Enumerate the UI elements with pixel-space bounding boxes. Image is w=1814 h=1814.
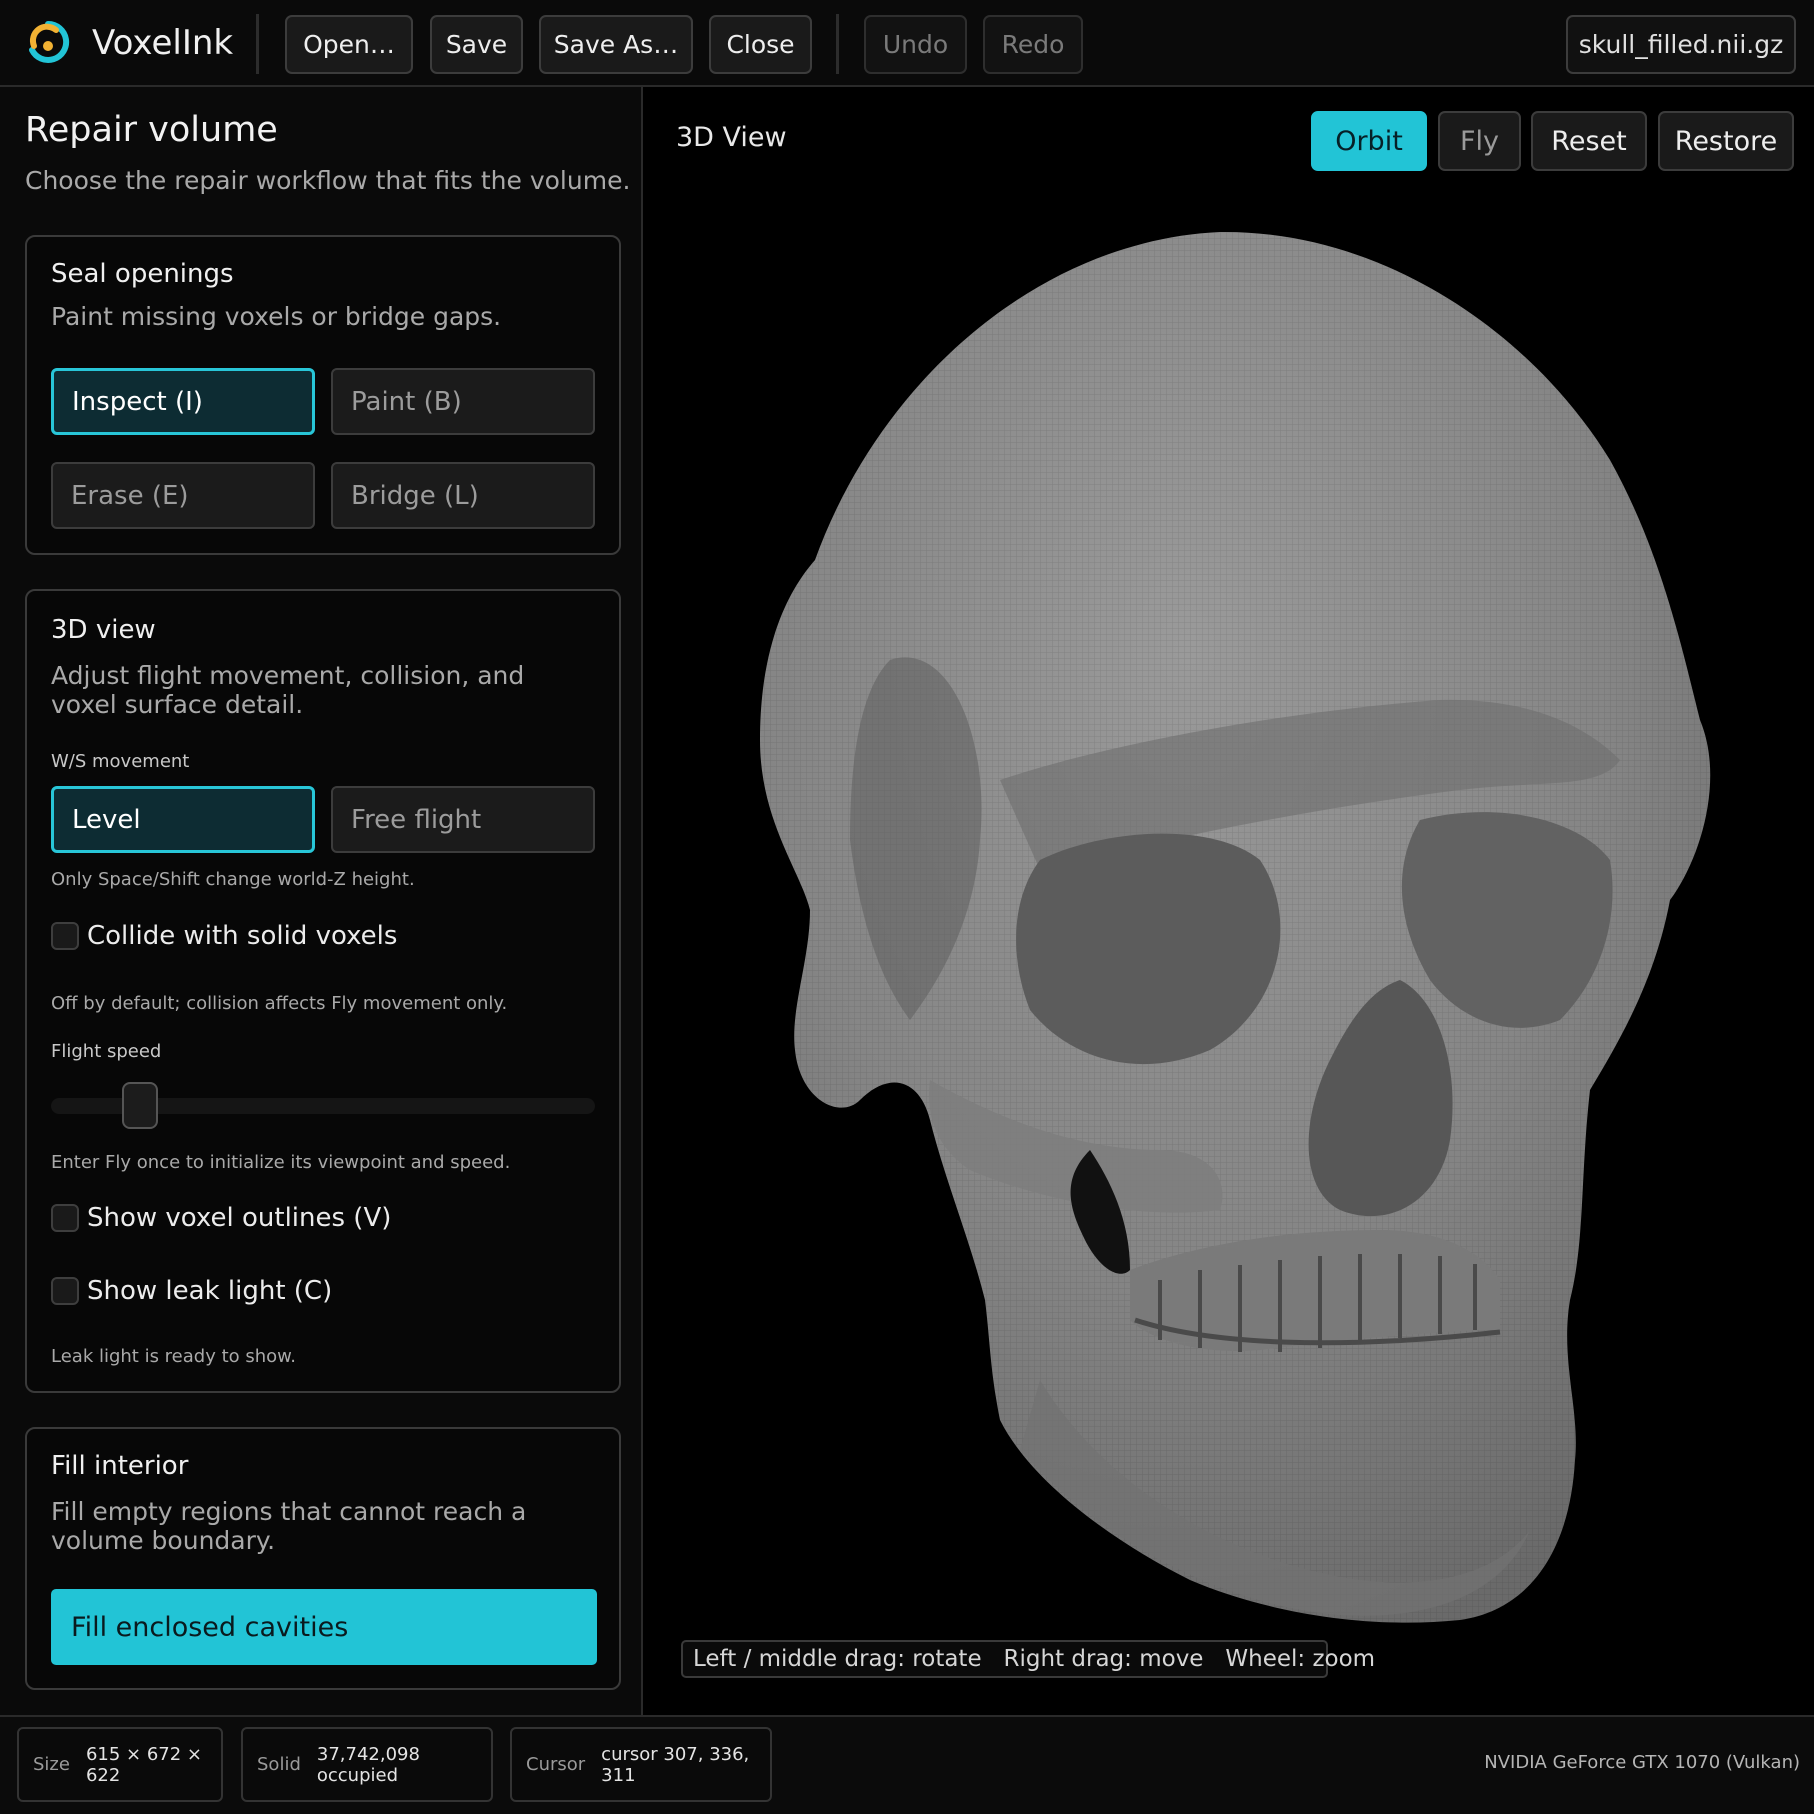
view-3d-card: 3D view Adjust flight movement, collisio… <box>25 589 621 1393</box>
fill-enclosed-cavities-button[interactable]: Fill enclosed cavities <box>51 1589 597 1665</box>
seal-openings-description: Paint missing voxels or bridge gaps. <box>51 302 502 331</box>
size-status: Size 615 × 672 × 622 <box>17 1727 223 1802</box>
leak-light-checkbox-box[interactable] <box>51 1277 79 1305</box>
cursor-status-key: Cursor <box>526 1754 586 1775</box>
leak-light-checkbox[interactable]: Show leak light (C) <box>51 1276 332 1306</box>
seal-openings-title: Seal openings <box>51 259 234 289</box>
viewport-title: 3D View <box>676 122 787 153</box>
collide-checkbox-box[interactable] <box>51 922 79 950</box>
cursor-status-value: cursor 307, 336, 311 <box>601 1743 750 1786</box>
ws-movement-label: W/S movement <box>51 751 190 772</box>
solid-status-value: 37,742,098 occupied <box>316 1743 420 1786</box>
flight-speed-slider-thumb[interactable] <box>122 1082 159 1129</box>
restore-view-button[interactable]: Restore <box>1658 111 1794 171</box>
save-button[interactable]: Save <box>430 15 523 74</box>
viewport-controls-hint: Left / middle drag: rotate Right drag: m… <box>681 1640 1375 1678</box>
leak-light-label: Show leak light (C) <box>87 1276 333 1306</box>
app-logo-icon <box>29 20 70 63</box>
voxel-outlines-checkbox[interactable]: Show voxel outlines (V) <box>51 1203 391 1233</box>
bridge-tool-button[interactable]: Bridge (L) <box>331 462 595 529</box>
size-status-value: 615 × 672 × 622 <box>85 1743 202 1786</box>
fill-interior-description: Fill empty regions that cannot reach a v… <box>51 1497 527 1555</box>
collide-hint: Off by default; collision affects Fly mo… <box>51 993 508 1014</box>
voxel-outlines-label: Show voxel outlines (V) <box>87 1203 392 1233</box>
collide-checkbox-label: Collide with solid voxels <box>87 921 398 951</box>
open-button[interactable]: Open… <box>285 15 413 74</box>
save-as-button[interactable]: Save As… <box>539 15 693 74</box>
gpu-info: NVIDIA GeForce GTX 1070 (Vulkan) <box>1484 1752 1800 1773</box>
solid-status-key: Solid <box>257 1754 301 1775</box>
close-button[interactable]: Close <box>709 15 812 74</box>
fly-mode-button[interactable]: Fly <box>1438 111 1521 171</box>
seal-openings-card: Seal openings Paint missing voxels or br… <box>25 235 621 555</box>
top-toolbar: VoxelInk Open… Save Save As… Close Undo … <box>0 0 1814 87</box>
toolbar-divider <box>256 14 259 74</box>
level-movement-button[interactable]: Level <box>51 786 315 853</box>
file-name-badge: skull_filled.nii.gz <box>1566 15 1796 74</box>
paint-tool-button[interactable]: Paint (B) <box>331 368 595 435</box>
reset-view-button[interactable]: Reset <box>1531 111 1647 171</box>
view-3d-card-description: Adjust flight movement, collision, and v… <box>51 661 525 719</box>
panel-title: Repair volume <box>25 110 278 150</box>
orbit-mode-button[interactable]: Orbit <box>1311 111 1427 171</box>
collide-checkbox[interactable]: Collide with solid voxels <box>51 921 397 951</box>
undo-button[interactable]: Undo <box>864 15 967 74</box>
redo-button[interactable]: Redo <box>983 15 1083 74</box>
cursor-status: Cursor cursor 307, 336, 311 <box>510 1727 772 1802</box>
flight-speed-hint: Enter Fly once to initialize its viewpoi… <box>51 1152 511 1173</box>
toolbar-divider <box>836 14 839 74</box>
inspect-tool-button[interactable]: Inspect (I) <box>51 368 315 435</box>
ws-movement-hint: Only Space/Shift change world-Z height. <box>51 869 415 890</box>
solid-status: Solid 37,742,098 occupied <box>241 1727 493 1802</box>
leak-light-hint: Leak light is ready to show. <box>51 1346 296 1367</box>
free-flight-button[interactable]: Free flight <box>331 786 595 853</box>
fill-interior-title: Fill interior <box>51 1451 189 1481</box>
app-name: VoxelInk <box>92 23 234 63</box>
flight-speed-label: Flight speed <box>51 1041 162 1062</box>
size-status-key: Size <box>33 1754 70 1775</box>
view-3d-card-title: 3D view <box>51 615 156 645</box>
fill-interior-card: Fill interior Fill empty regions that ca… <box>25 1427 621 1690</box>
erase-tool-button[interactable]: Erase (E) <box>51 462 315 529</box>
voxel-outlines-checkbox-box[interactable] <box>51 1204 79 1232</box>
skull-voxel-render[interactable] <box>740 220 1720 1640</box>
panel-subtitle: Choose the repair workflow that fits the… <box>25 166 631 195</box>
